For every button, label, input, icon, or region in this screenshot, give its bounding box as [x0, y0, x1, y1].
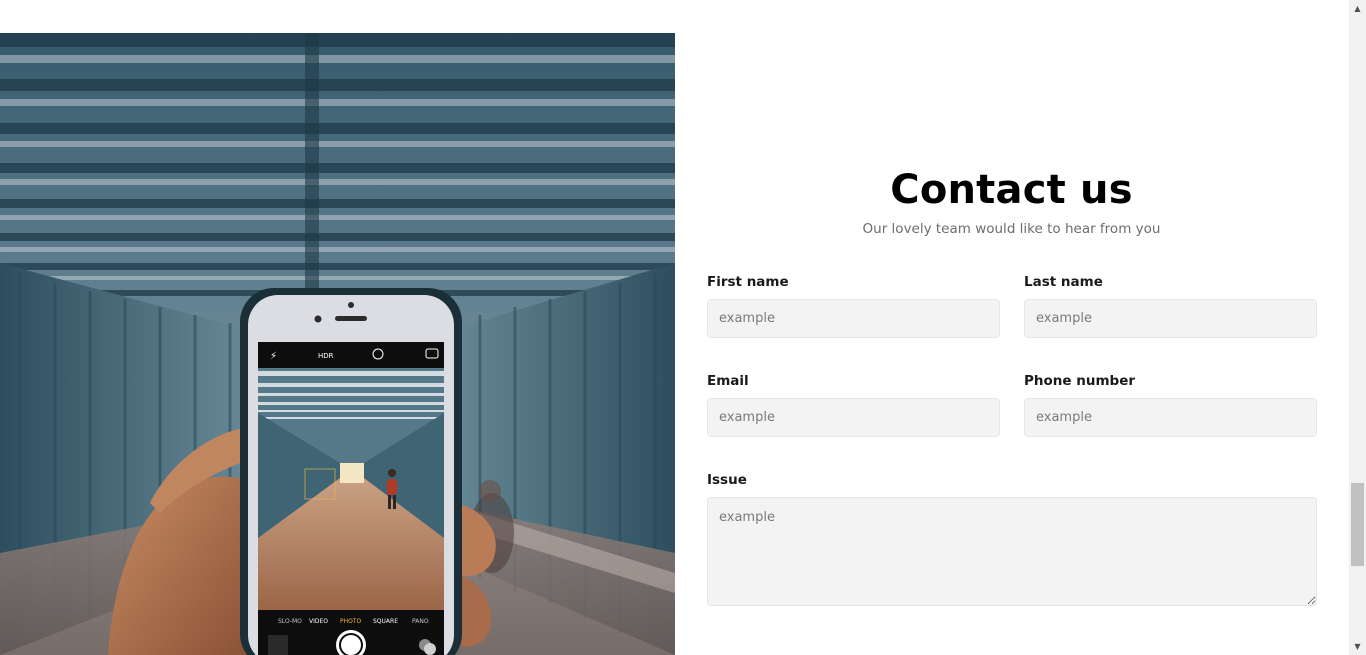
mode-video: VIDEO [309, 618, 328, 625]
last-name-input[interactable] [1024, 299, 1317, 338]
phone-number-label: Phone number [1024, 373, 1136, 389]
hdr-label: HDR [318, 352, 334, 360]
scroll-thumb[interactable] [1351, 483, 1364, 566]
page-title: Contact us [890, 167, 1133, 213]
issue-label: Issue [707, 472, 747, 488]
mode-slomo: SLO-MO [278, 618, 302, 625]
email-input[interactable] [707, 398, 1000, 437]
issue-textarea[interactable] [707, 497, 1317, 606]
mode-square: SQUARE [373, 618, 398, 625]
contact-section: Contact us Our lovely team would like to… [706, 0, 1317, 655]
flash-icon: ⚡ [270, 351, 277, 362]
last-name-label: Last name [1024, 274, 1103, 290]
phone-number-input[interactable] [1024, 398, 1317, 437]
page: ⚡ HDR SLO-MO VIDEO PHOTO SQUARE PANO Con… [0, 0, 1366, 655]
mode-photo: PHOTO [340, 618, 362, 625]
page-subtitle: Our lovely team would like to hear from … [862, 221, 1161, 237]
email-label: Email [707, 373, 749, 389]
scrollbar[interactable]: ▲ ▼ [1349, 0, 1366, 655]
first-name-input[interactable] [707, 299, 1000, 338]
scroll-up-icon[interactable]: ▲ [1349, 0, 1366, 17]
scroll-down-icon[interactable]: ▼ [1349, 638, 1366, 655]
mode-pano: PANO [412, 618, 429, 625]
hero-photo: ⚡ HDR SLO-MO VIDEO PHOTO SQUARE PANO [0, 33, 675, 655]
first-name-label: First name [707, 274, 789, 290]
